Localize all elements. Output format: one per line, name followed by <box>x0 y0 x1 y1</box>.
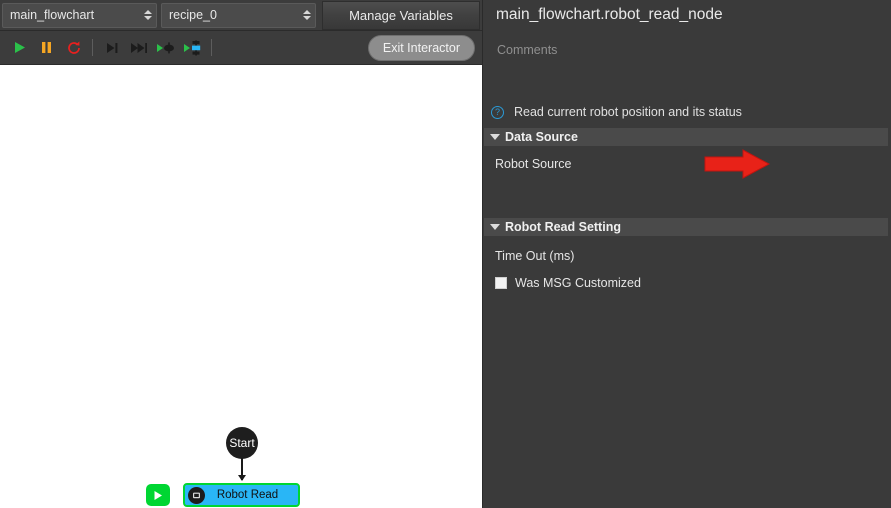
comments-input[interactable]: Comments <box>484 38 891 96</box>
step-forward-icon <box>106 42 117 53</box>
robot-read-node[interactable]: Robot Read <box>183 483 300 507</box>
chevron-down-icon <box>490 134 500 140</box>
time-out-label: Time Out (ms) <box>495 249 575 263</box>
exit-interactor-button[interactable]: Exit Interactor <box>367 35 475 61</box>
play-icon <box>15 42 25 53</box>
flowchart-select[interactable]: main_flowchart <box>2 2 157 28</box>
play-to-breakpoint-icon <box>183 40 200 55</box>
node-description: ? Read current robot position and its st… <box>483 101 891 123</box>
page-title: main_flowchart.robot_read_node <box>496 6 723 23</box>
start-node[interactable]: Start <box>226 427 258 459</box>
playback-toolbar: Exit Interactor <box>0 31 482 65</box>
spin-arrows-icon <box>143 7 152 23</box>
section-header-data-source[interactable]: Data Source <box>484 128 888 146</box>
run-button[interactable] <box>6 34 33 61</box>
flowchart-select-value: main_flowchart <box>10 8 95 22</box>
play-icon <box>154 490 162 500</box>
recipe-select[interactable]: recipe_0 <box>161 2 316 28</box>
arrowhead-icon <box>237 475 246 481</box>
application-window: main_flowchart recipe_0 Manage Variables <box>0 0 891 508</box>
toolbar-divider <box>92 39 93 56</box>
toolbar-divider <box>211 39 212 56</box>
play-to-node-icon <box>156 41 174 53</box>
flowchart-editor-pane: main_flowchart recipe_0 Manage Variables <box>0 0 482 508</box>
help-circle-icon: ? <box>491 105 504 119</box>
pause-icon <box>42 42 51 53</box>
robot-source-row: Robot Source <box>483 152 891 176</box>
manage-variables-button[interactable]: Manage Variables <box>322 0 480 30</box>
reset-button[interactable] <box>60 34 87 61</box>
robot-icon <box>188 486 205 504</box>
robot-source-label: Robot Source <box>495 157 572 171</box>
was-msg-customized-checkbox[interactable] <box>495 277 507 289</box>
run-to-node-button[interactable] <box>152 34 179 61</box>
fast-forward-icon <box>130 42 147 53</box>
step-over-button[interactable] <box>98 34 125 61</box>
node-inspector-pane: main_flowchart.robot_read_node Comments … <box>482 0 891 508</box>
start-node-label: Start <box>229 436 255 450</box>
was-msg-customized-label: Was MSG Customized <box>515 276 641 290</box>
selector-bar: main_flowchart recipe_0 Manage Variables <box>0 0 482 31</box>
step-fast-button[interactable] <box>125 34 152 61</box>
run-to-breakpoint-button[interactable] <box>179 34 206 61</box>
run-node-badge[interactable] <box>146 484 170 506</box>
flowchart-canvas[interactable]: Start Robot Read <box>0 65 482 508</box>
chevron-down-icon <box>490 224 500 230</box>
robot-read-node-label: Robot Read <box>216 489 279 501</box>
recipe-select-value: recipe_0 <box>169 8 217 22</box>
section-title-robot-read-setting: Robot Read Setting <box>505 220 621 234</box>
pause-button[interactable] <box>33 34 60 61</box>
spin-arrows-icon <box>302 7 311 23</box>
section-title-data-source: Data Source <box>505 130 578 144</box>
refresh-icon <box>67 40 80 54</box>
was-msg-customized-row[interactable]: Was MSG Customized <box>483 273 891 293</box>
section-header-robot-read-setting[interactable]: Robot Read Setting <box>484 218 888 236</box>
node-description-text: Read current robot position and its stat… <box>514 105 742 119</box>
time-out-row: Time Out (ms) <box>483 245 891 267</box>
